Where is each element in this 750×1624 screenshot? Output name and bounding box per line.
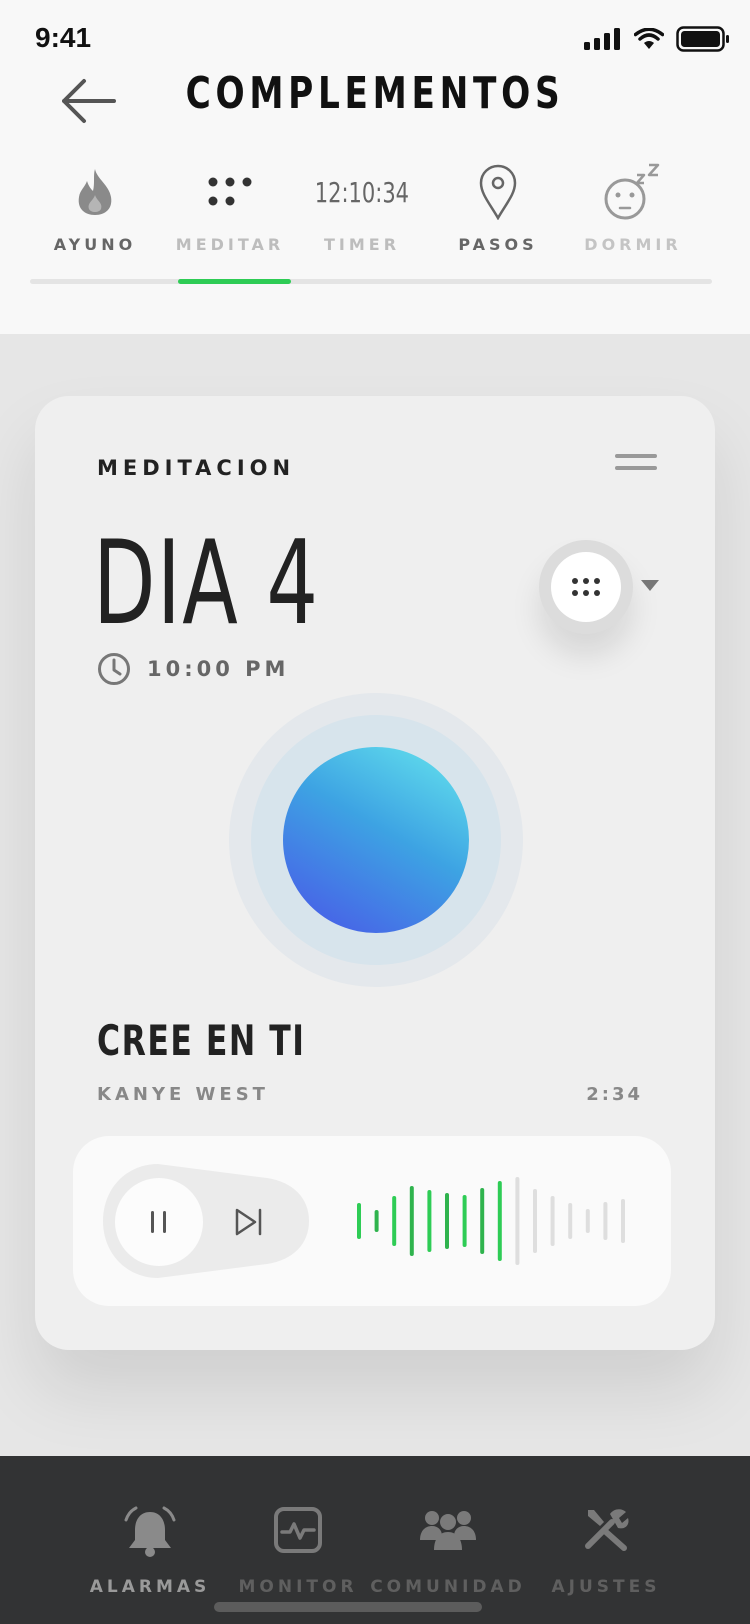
timer-value: 12:10:34 bbox=[314, 175, 410, 209]
tab-dormir[interactable]: DORMIR bbox=[568, 150, 698, 260]
tab-label: MEDITAR bbox=[175, 235, 285, 254]
waveform-bar bbox=[480, 1188, 485, 1254]
map-pin-icon bbox=[479, 164, 517, 220]
nav-label: COMUNIDAD bbox=[370, 1577, 526, 1597]
waveform-bar bbox=[374, 1210, 379, 1232]
waveform-bar bbox=[427, 1190, 432, 1252]
community-icon bbox=[420, 1511, 476, 1550]
nav-label: AJUSTES bbox=[551, 1577, 661, 1597]
nav-comunidad[interactable]: COMUNIDAD bbox=[368, 1456, 528, 1624]
home-indicator bbox=[214, 1602, 482, 1612]
nav-alarmas[interactable]: ALARMAS bbox=[70, 1456, 230, 1624]
audio-waveform[interactable] bbox=[353, 1176, 643, 1266]
mode-select-button[interactable] bbox=[539, 540, 633, 634]
time-row: 10:00 PM bbox=[97, 652, 289, 686]
chevron-down-icon[interactable] bbox=[641, 580, 659, 591]
skip-next-icon[interactable] bbox=[233, 1206, 265, 1238]
page-title: COMPLEMENTOS bbox=[185, 68, 565, 119]
clock-icon bbox=[98, 653, 130, 685]
tab-label: PASOS bbox=[458, 235, 538, 254]
status-icons bbox=[584, 26, 730, 52]
artist-name: KANYE WEST bbox=[97, 1084, 269, 1105]
waveform-bar bbox=[497, 1181, 502, 1261]
monitor-icon bbox=[274, 1507, 322, 1553]
waveform-bar bbox=[585, 1209, 590, 1233]
nav-label: ALARMAS bbox=[89, 1577, 211, 1597]
nav-monitor[interactable]: MONITOR bbox=[218, 1456, 378, 1624]
bell-icon bbox=[124, 1506, 176, 1557]
tab-pasos[interactable]: PASOS bbox=[433, 150, 563, 260]
track-duration: 2:34 bbox=[586, 1084, 643, 1105]
dots-icon bbox=[572, 578, 600, 596]
dots-icon bbox=[208, 177, 252, 206]
nav-ajustes[interactable]: AJUSTES bbox=[526, 1456, 686, 1624]
waveform-bar bbox=[409, 1186, 414, 1256]
song-title: CREE EN TI bbox=[97, 1016, 306, 1065]
tab-indicator-track bbox=[30, 279, 712, 284]
tools-icon bbox=[585, 1509, 629, 1551]
signal-icon bbox=[584, 28, 620, 50]
waveform-bar bbox=[357, 1203, 361, 1239]
day-title: DIA 4 bbox=[93, 516, 320, 651]
waveform-bar bbox=[603, 1202, 608, 1240]
waveform-bar bbox=[621, 1199, 625, 1243]
meditation-card: MEDITACION DIA 4 10:00 PM CREE EN TI KAN… bbox=[35, 396, 715, 1350]
pause-button[interactable] bbox=[115, 1178, 203, 1266]
bottom-nav: ALARMAS MONITOR COMUNIDAD AJUSTES bbox=[0, 1456, 750, 1624]
header-area: 9:41 COMPLEMENTOS AYUNO MEDITAR 12:10:34… bbox=[0, 0, 750, 334]
tab-label: AYUNO bbox=[53, 235, 137, 254]
waveform-bar bbox=[462, 1195, 467, 1247]
nav-label: MONITOR bbox=[238, 1577, 358, 1597]
sleep-face-icon bbox=[604, 163, 660, 220]
pause-icon bbox=[151, 1211, 166, 1233]
wifi-icon bbox=[634, 28, 664, 49]
tab-active-indicator bbox=[178, 279, 291, 284]
fire-icon bbox=[78, 169, 112, 215]
tab-label: DORMIR bbox=[584, 235, 682, 254]
waveform-bar bbox=[533, 1189, 537, 1253]
card-label: MEDITACION bbox=[97, 456, 296, 480]
feature-tabs: AYUNO MEDITAR 12:10:34 TIMER PASOS DORMI… bbox=[30, 150, 712, 260]
waveform-bar bbox=[568, 1203, 573, 1239]
battery-icon bbox=[676, 26, 729, 52]
waveform-bar bbox=[445, 1193, 449, 1249]
tab-timer[interactable]: 12:10:34 TIMER bbox=[297, 150, 427, 260]
tab-meditar[interactable]: MEDITAR bbox=[165, 150, 295, 260]
breathing-orb[interactable] bbox=[283, 747, 469, 933]
waveform-bar bbox=[392, 1196, 397, 1246]
status-time: 9:41 bbox=[35, 22, 92, 53]
menu-icon[interactable] bbox=[615, 454, 657, 480]
tab-ayuno[interactable]: AYUNO bbox=[30, 150, 160, 260]
waveform-bar bbox=[515, 1177, 520, 1265]
audio-player bbox=[73, 1136, 671, 1306]
waveform-bar bbox=[550, 1196, 555, 1246]
tab-label: TIMER bbox=[323, 235, 401, 254]
session-time: 10:00 PM bbox=[147, 657, 290, 681]
